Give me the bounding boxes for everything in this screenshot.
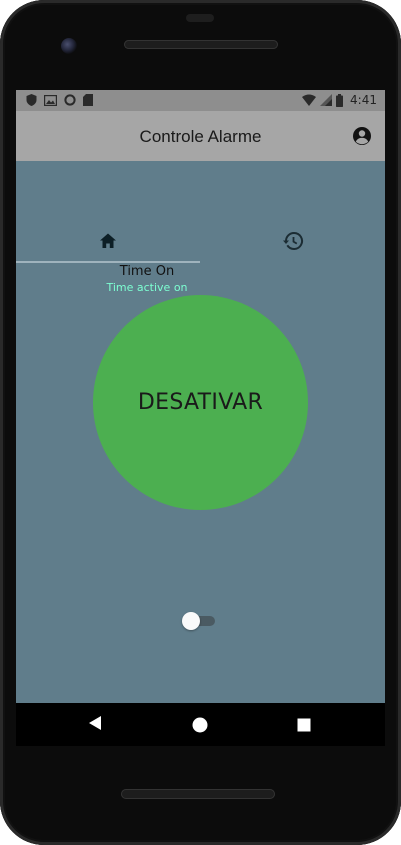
- shield-icon: [26, 94, 37, 106]
- home-icon: [100, 233, 116, 248]
- switch-thumb: [182, 612, 200, 630]
- status-time: 4:41: [350, 93, 377, 107]
- back-icon[interactable]: [88, 715, 102, 731]
- circle-icon: [64, 94, 76, 106]
- screen: 4:41 Controle Alarme Time On Time active…: [16, 90, 385, 746]
- bottom-speaker-grille: [121, 789, 275, 799]
- recents-icon[interactable]: [297, 718, 311, 732]
- status-bar: 4:41: [16, 90, 385, 111]
- battery-icon: [336, 93, 344, 107]
- signal-icon: [320, 94, 333, 106]
- wifi-icon: [302, 94, 317, 106]
- top-bezel-slot: [186, 14, 214, 22]
- main-content: Time On Time active on DESATIVAR: [16, 161, 385, 703]
- tab-history[interactable]: [201, 219, 385, 263]
- history-icon: [283, 231, 304, 250]
- status-subtitle: Time active on: [106, 281, 188, 294]
- tab-home[interactable]: [16, 219, 200, 263]
- app-title: Controle Alarme: [139, 127, 262, 146]
- deactivate-button[interactable]: DESATIVAR: [93, 295, 308, 510]
- top-speaker-grille: [124, 40, 278, 49]
- account-circle-icon: [353, 127, 371, 145]
- phone-frame: 4:41 Controle Alarme Time On Time active…: [0, 0, 401, 845]
- system-nav-bar: [16, 703, 385, 746]
- deactivate-button-label: DESATIVAR: [137, 390, 264, 415]
- app-bar: Controle Alarme: [16, 111, 385, 161]
- status-notification-icons: [26, 94, 93, 106]
- account-button[interactable]: [351, 125, 373, 147]
- sd-card-icon: [83, 94, 93, 106]
- alarm-toggle-switch[interactable]: [181, 611, 217, 631]
- status-title: Time On: [119, 264, 175, 279]
- front-camera: [61, 38, 77, 54]
- home-circle-icon[interactable]: [192, 717, 208, 733]
- image-icon: [44, 94, 57, 106]
- tab-indicator: [16, 261, 200, 263]
- status-system-icons: 4:41: [302, 93, 377, 107]
